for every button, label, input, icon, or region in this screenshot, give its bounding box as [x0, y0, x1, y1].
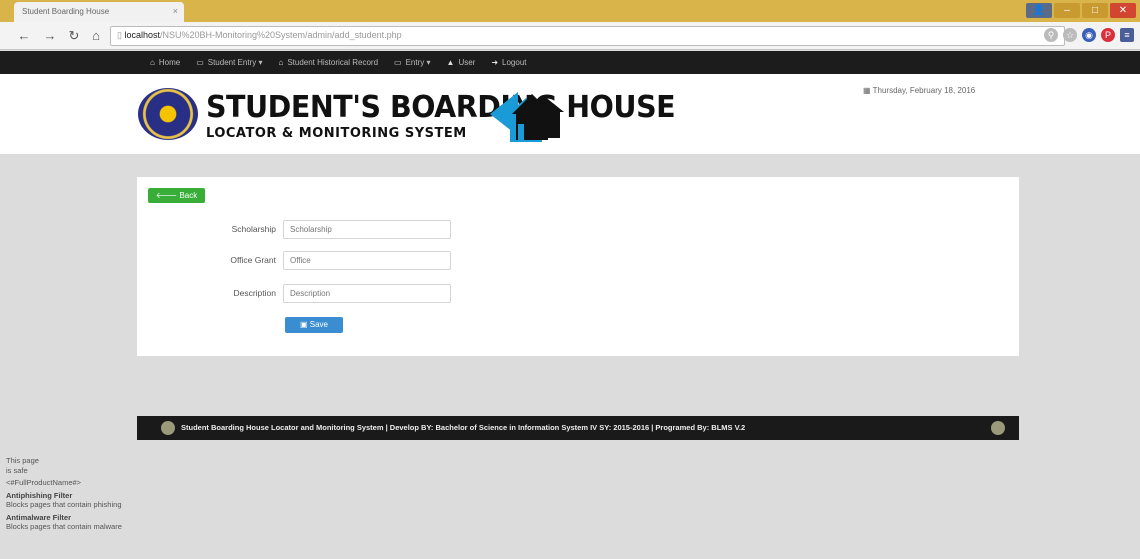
nav-label: Student Historical Record	[287, 58, 379, 67]
browser-tabstrip: Student Boarding House × 👤 – □ ✕	[0, 0, 1140, 22]
scholarship-input[interactable]	[283, 220, 451, 239]
scholarship-label: Scholarship	[231, 224, 276, 234]
address-bar[interactable]: ▯ localhost/NSU%20BH-Monitoring%20System…	[110, 26, 1065, 46]
antimalware-desc: Blocks pages that contain malware	[6, 522, 122, 531]
nav-item-student-entry[interactable]: ▭ Student Entry ▾	[196, 51, 262, 74]
reload-icon[interactable]: ↻	[64, 27, 84, 45]
back-arrow-icon[interactable]: ←	[14, 27, 34, 45]
browser-toolbar: ← → ↻ ⌂ ▯ localhost/NSU%20BH-Monitoring%…	[0, 22, 1140, 50]
save-button[interactable]: ▣ Save	[285, 317, 343, 333]
nav-label: User	[458, 58, 476, 67]
window-controls: 👤 – □ ✕	[1026, 3, 1136, 18]
minimize-icon[interactable]: –	[1054, 3, 1080, 18]
nav-item-logout[interactable]: ➜ Logout	[491, 51, 526, 74]
description-input[interactable]	[283, 284, 451, 303]
site-header: STUDENT'S BOARDING HOUSE LOCATOR & MONIT…	[0, 74, 1140, 154]
close-window-icon[interactable]: ✕	[1110, 3, 1136, 18]
site-footer: Student Boarding House Locator and Monit…	[137, 416, 1019, 440]
extension-icon[interactable]: ◉	[1082, 28, 1096, 42]
site-navbar: ⌂ Home ▭ Student Entry ▾ ⌂ Student Historic…	[0, 51, 1140, 74]
university-seal-icon	[138, 88, 198, 140]
profile-icon[interactable]: 👤	[1026, 3, 1052, 18]
antiphishing-title: Antiphishing Filter	[6, 490, 73, 500]
tab-title: Student Boarding House	[22, 7, 110, 16]
back-label: Back	[179, 191, 198, 200]
antimalware-title: Antimalware Filter	[6, 512, 72, 522]
home-icon[interactable]: ⌂	[86, 27, 106, 45]
user-icon: ▲	[446, 58, 455, 67]
save-icon: ▣	[299, 320, 310, 329]
nav-label: Home	[158, 58, 181, 67]
forward-arrow-icon[interactable]: →	[40, 27, 60, 45]
office-grant-label: Office Grant	[230, 255, 276, 265]
menu-icon[interactable]: ≡	[1120, 28, 1134, 42]
zoom-icon[interactable]: ⚲	[1044, 28, 1058, 42]
form-row-scholarship: Scholarship	[137, 220, 1019, 240]
nav-item-home[interactable]: ⌂ Home	[150, 51, 180, 74]
footer-seal-icon	[161, 421, 175, 435]
tab-close-icon[interactable]: ×	[173, 6, 178, 16]
antiphishing-desc: Blocks pages that contain phishing	[6, 500, 122, 509]
pinterest-icon[interactable]: P	[1101, 28, 1115, 42]
security-line: This page	[6, 456, 39, 465]
form-row-description: Description	[137, 284, 1019, 304]
browser-tab[interactable]: Student Boarding House ×	[14, 2, 184, 22]
extension-icons: ⚲ ☆ ◉ P ≡	[1044, 28, 1134, 42]
nav-menu: ⌂ Home ▭ Student Entry ▾ ⌂ Student Historic…	[150, 51, 527, 74]
folder-icon: ▭	[394, 58, 402, 67]
logout-icon: ➜	[491, 58, 499, 67]
nav-label: Student Entry ▾	[207, 58, 263, 67]
logo-subtitle: LOCATOR & MONITORING SYSTEM	[206, 126, 467, 141]
office-grant-input[interactable]	[283, 251, 451, 270]
home-icon: ⌂	[150, 58, 155, 67]
date-text: Thursday, February 18, 2016	[872, 86, 976, 95]
bookmark-star-icon[interactable]: ☆	[1063, 28, 1077, 42]
nav-item-user[interactable]: ▲ User	[447, 51, 476, 74]
houses-logo-icon	[490, 92, 564, 142]
nav-item-entry[interactable]: ▭ Entry ▾	[394, 51, 430, 74]
security-line: is safe	[6, 465, 28, 475]
add-scholarship-form: 🡐 Back Scholarship Office Grant Descript…	[137, 177, 1019, 356]
security-status-panel: This page is safe <#FullProductName#> An…	[6, 456, 206, 532]
form-row-office-grant: Office Grant	[137, 251, 1019, 271]
calendar-icon: ▦	[863, 86, 871, 95]
save-label: Save	[309, 320, 328, 329]
url-host: localhost	[124, 30, 160, 40]
description-label: Description	[233, 288, 276, 298]
folder-icon: ▭	[196, 58, 204, 67]
footer-text: Student Boarding House Locator and Monit…	[181, 423, 746, 432]
nav-item-historical-record[interactable]: ⌂ Student Historical Record	[278, 51, 378, 74]
home-icon: ⌂	[278, 58, 284, 67]
security-product-name: <#FullProductName#>	[6, 478, 82, 487]
nav-label: Entry ▾	[405, 58, 431, 67]
footer-seal-icon	[991, 421, 1005, 435]
logo-title: STUDENT'S BOARDING HOUSE	[206, 90, 676, 125]
maximize-icon[interactable]: □	[1082, 3, 1108, 18]
back-button[interactable]: 🡐 Back	[148, 188, 205, 203]
arrow-left-icon: 🡐	[155, 191, 180, 200]
current-date: ▦ Thursday, February 18, 2016	[863, 86, 975, 95]
url-path: /NSU%20BH-Monitoring%20System/admin/add_…	[159, 30, 402, 40]
nav-label: Logout	[502, 58, 527, 67]
